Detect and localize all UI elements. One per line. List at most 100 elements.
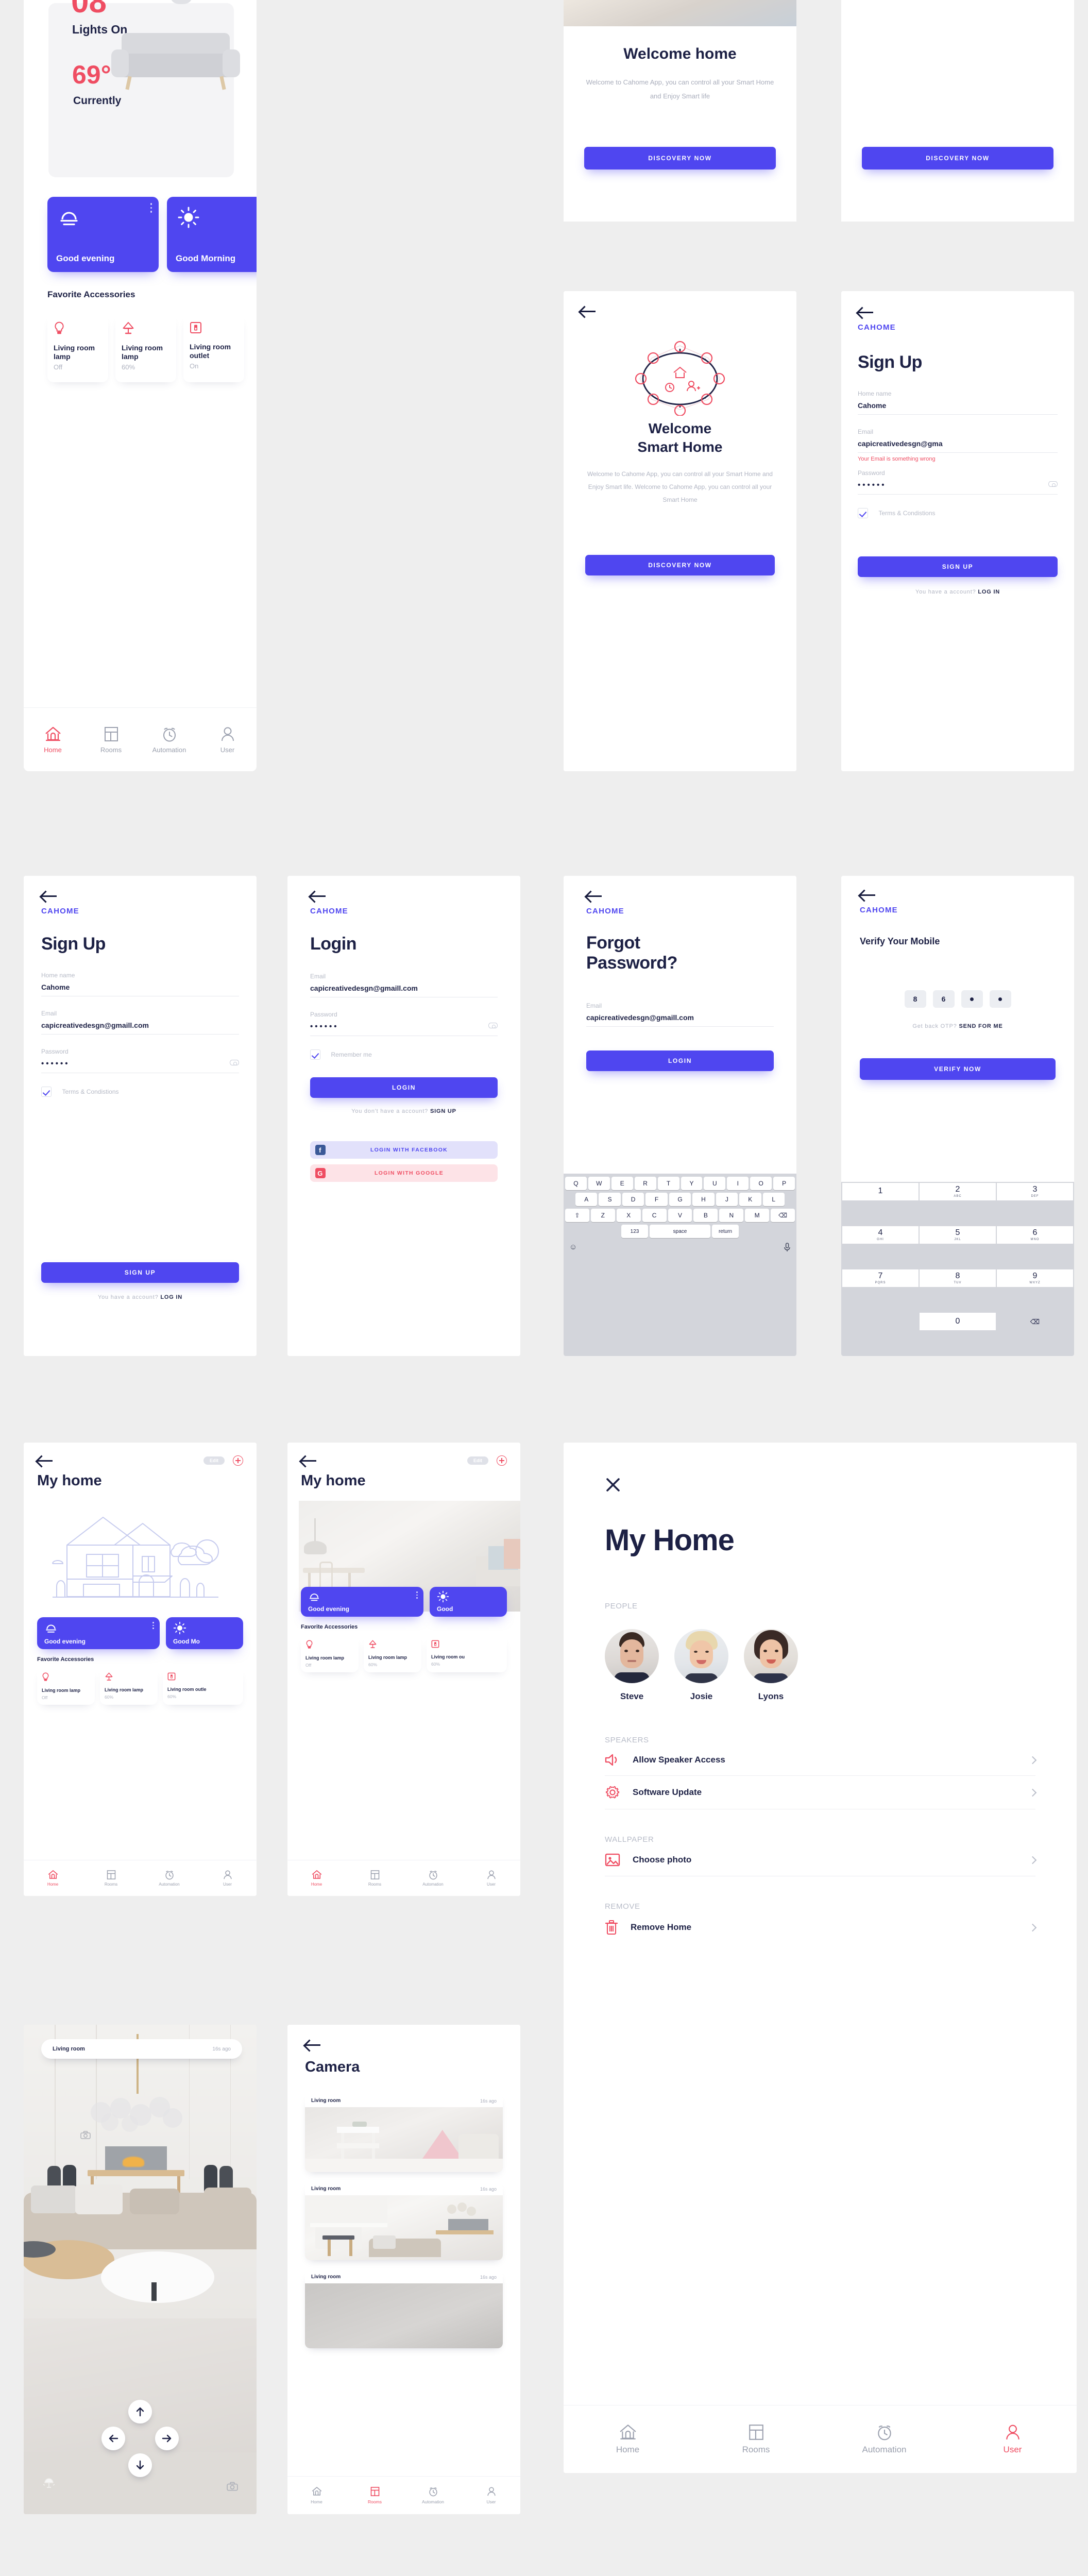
back-button[interactable] (37, 1455, 55, 1466)
key[interactable]: K (739, 1193, 761, 1206)
otp-digit[interactable] (989, 990, 1011, 1008)
key[interactable]: D (622, 1193, 644, 1206)
nav-item-automation[interactable]: Automation (404, 2477, 462, 2514)
back-button[interactable] (580, 306, 598, 317)
nav-item-home[interactable]: Home (564, 2405, 692, 2473)
signup-link[interactable]: SIGN UP (430, 1108, 456, 1114)
field-home-name[interactable]: Home name Cahome (858, 390, 1058, 415)
close-button[interactable] (605, 1478, 622, 1496)
login-link[interactable]: LOG IN (160, 1294, 182, 1300)
return-key[interactable]: return (712, 1225, 739, 1238)
scene-more-icon[interactable] (150, 203, 152, 215)
space-key[interactable]: space (650, 1225, 710, 1238)
key[interactable]: O (750, 1177, 772, 1190)
person-item[interactable]: Lyons (744, 1629, 798, 1702)
nav-item-automation[interactable]: Automation (404, 1860, 462, 1896)
camera-marker-icon[interactable] (227, 2482, 238, 2494)
login-footer[interactable]: You have a account? LOG IN (24, 1294, 257, 1300)
pan-up-button[interactable] (128, 2400, 152, 2424)
camera-card[interactable]: Living room 16s ago (305, 2094, 503, 2172)
accessory-card[interactable]: Living room outlet On (183, 314, 244, 382)
field-value[interactable]: Cahome (858, 401, 1058, 415)
toggle-password-icon[interactable] (488, 1023, 498, 1028)
toggle-password-icon[interactable] (230, 1060, 239, 1065)
login-with-facebook-button[interactable]: f LOGIN WITH FACEBOOK (310, 1141, 498, 1159)
menu-row-remove-home[interactable]: Remove Home (605, 1911, 1037, 1944)
keypad-key[interactable]: 6 MNO (997, 1226, 1073, 1244)
add-icon[interactable] (233, 1455, 243, 1466)
nav-item-rooms[interactable]: Rooms (82, 708, 140, 771)
field-email[interactable]: Email capicreativedesgn@gmaill.com (586, 1002, 774, 1027)
nav-item-rooms[interactable]: Rooms (346, 2477, 404, 2514)
field-email[interactable]: Email capicreativedesgn@gmaill.com (310, 973, 498, 997)
discovery-now-button[interactable]: DISCOVERY NOW (584, 147, 776, 170)
back-button[interactable] (301, 1455, 318, 1466)
accessory-card[interactable]: Living room outle 60% (163, 1668, 243, 1705)
key[interactable]: S (599, 1193, 621, 1206)
signup-button[interactable]: SIGN UP (41, 1262, 239, 1283)
key[interactable]: T (657, 1177, 679, 1190)
scene-card-good-evening[interactable]: Good evening (37, 1617, 160, 1649)
keypad-key[interactable]: 8 TUV (920, 1269, 996, 1287)
send-for-me-link[interactable]: SEND FOR ME (959, 1023, 1002, 1029)
field-email[interactable]: Email capicreativedesgn@gma Your Email i… (858, 428, 1058, 462)
nav-item-automation[interactable]: Automation (140, 708, 198, 771)
field-password[interactable]: Password •••••• (310, 1011, 498, 1036)
camera-marker-icon[interactable] (80, 2131, 91, 2142)
nav-item-home[interactable]: Home (24, 708, 82, 771)
terms-checkbox[interactable] (858, 508, 868, 518)
key[interactable]: N (719, 1209, 744, 1222)
otp-resend-row[interactable]: Get back OTP? SEND FOR ME (860, 1023, 1056, 1029)
otp-digit[interactable] (961, 990, 983, 1008)
toggle-password-icon[interactable] (1048, 481, 1058, 487)
camera-card[interactable]: Living room 16s ago (305, 2182, 503, 2260)
discovery-now-button[interactable]: DISCOVERY NOW (862, 147, 1053, 170)
key[interactable]: Z (590, 1209, 615, 1222)
nav-item-user[interactable]: User (198, 1860, 257, 1896)
key[interactable]: E (611, 1177, 633, 1190)
keypad-key[interactable]: 2 ABC (920, 1183, 996, 1200)
login-button[interactable]: LOGIN (310, 1077, 498, 1098)
keypad-key[interactable]: 0 (920, 1313, 996, 1330)
discovery-now-button[interactable]: DISCOVERY NOW (585, 555, 775, 575)
login-button[interactable]: LOGIN (586, 1050, 774, 1071)
menu-row-choose-photo[interactable]: Choose photo (605, 1844, 1037, 1876)
pan-right-button[interactable] (155, 2427, 179, 2450)
key[interactable]: W (588, 1177, 610, 1190)
field-value[interactable]: capicreativedesgn@gma (858, 439, 1058, 453)
scene-card-good-morning[interactable]: Good Morning (167, 197, 257, 272)
accessory-card[interactable]: Living room lamp Off (301, 1635, 359, 1672)
remember-me-checkbox[interactable] (310, 1049, 320, 1060)
keypad-key[interactable]: 7 PQRS (842, 1269, 919, 1287)
back-button[interactable] (41, 890, 59, 902)
nav-item-automation[interactable]: Automation (820, 2405, 948, 2473)
back-button[interactable] (860, 889, 877, 901)
keypad-key[interactable]: 5 JKL (920, 1226, 996, 1244)
edit-button[interactable]: Edit (467, 1456, 488, 1465)
accessory-card[interactable]: Living room lamp 60% (364, 1635, 421, 1672)
person-item[interactable]: Josie (674, 1629, 728, 1702)
key[interactable]: I (727, 1177, 749, 1190)
nav-item-rooms[interactable]: Rooms (692, 2405, 820, 2473)
keypad-key[interactable]: 4 GHI (842, 1226, 919, 1244)
key[interactable]: L (762, 1193, 785, 1206)
nav-item-user[interactable]: User (198, 708, 257, 771)
otp-digit[interactable]: 8 (904, 990, 926, 1008)
lamp-marker-icon[interactable] (41, 2477, 57, 2493)
mic-icon[interactable] (784, 1243, 791, 1253)
remember-me-row[interactable]: Remember me (310, 1049, 498, 1060)
key[interactable]: U (704, 1177, 726, 1190)
terms-checkbox[interactable] (41, 1087, 52, 1097)
camera-card[interactable]: Living room 16s ago (305, 2270, 503, 2348)
nav-item-user[interactable]: User (462, 1860, 520, 1896)
scene-card-good-evening[interactable]: Good evening (47, 197, 159, 272)
keypad-backspace-key[interactable]: ⌫ (997, 1313, 1073, 1330)
keypad-key[interactable]: 9 WXYZ (997, 1269, 1073, 1287)
scene-more-icon[interactable] (416, 1591, 418, 1601)
accessory-card[interactable]: Living room lamp Off (37, 1668, 95, 1705)
backspace-key[interactable]: ⌫ (771, 1209, 795, 1222)
verify-now-button[interactable]: VERIFY NOW (860, 1058, 1056, 1080)
login-with-google-button[interactable]: G LOGIN WITH GOOGLE (310, 1164, 498, 1182)
add-icon[interactable] (497, 1455, 507, 1466)
key[interactable]: P (773, 1177, 795, 1190)
